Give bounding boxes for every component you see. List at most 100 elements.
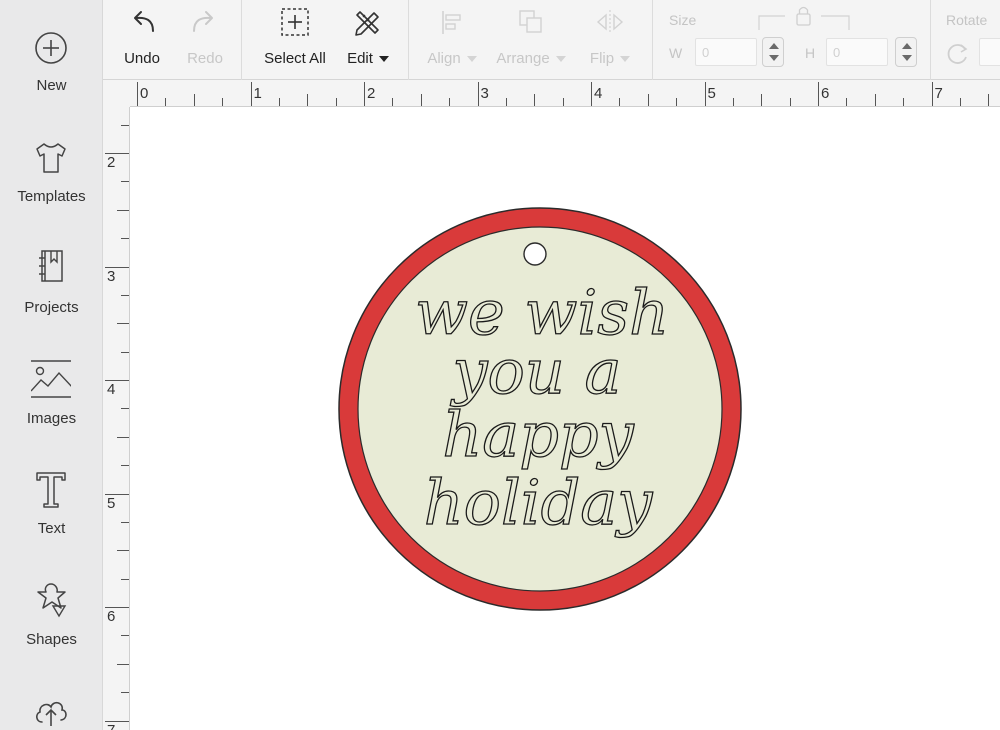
chevron-up-icon: [769, 43, 779, 49]
sidebar-item-label: Text: [37, 520, 66, 537]
size-label: Size: [669, 12, 697, 28]
ruler-tick: [959, 98, 961, 106]
tag-text-line: happy: [442, 398, 634, 471]
select-all-icon: [281, 8, 309, 36]
ruler-tick: [193, 94, 195, 106]
ruler-number: 0: [140, 85, 149, 102]
edit-label-text: Edit: [347, 50, 373, 67]
sidebar-item-new[interactable]: New: [0, 28, 103, 98]
ruler-tick: [562, 98, 564, 106]
flip-label-text: Flip: [589, 50, 615, 67]
upload-cloud-icon: [36, 701, 67, 726]
tag-hole[interactable]: [523, 242, 547, 266]
ruler-tick: [931, 82, 933, 106]
ruler-number: 5: [707, 85, 716, 102]
ruler-tick: [846, 98, 848, 106]
chevron-down-icon: [466, 56, 477, 63]
ruler-tick: [789, 98, 791, 106]
align-icon: [442, 11, 461, 34]
ruler-number: 2: [107, 154, 116, 171]
design-canvas[interactable]: we wish you a happy holiday: [131, 108, 1000, 730]
ruler-tick: [121, 635, 129, 637]
sidebar-item-templates[interactable]: Templates: [0, 138, 103, 213]
arrange-label-text: Arrange: [496, 50, 550, 67]
height-input[interactable]: 0: [826, 38, 888, 66]
rotate-input[interactable]: [979, 38, 1000, 66]
ruler-tick: [903, 98, 905, 106]
ruler-tick: [165, 98, 167, 106]
width-label: W: [669, 45, 683, 61]
arrange-dropdown-button[interactable]: Arrange: [491, 0, 571, 80]
flip-dropdown-button[interactable]: Flip: [581, 0, 639, 80]
ruler-tick: [121, 578, 129, 580]
edit-label: Edit: [339, 50, 397, 67]
ruler-number: 1: [253, 85, 262, 102]
align-label-text: Align: [427, 50, 461, 67]
sidebar-item-label: Images: [26, 410, 77, 427]
height-stepper[interactable]: [895, 37, 917, 67]
ruler-tick: [505, 98, 507, 106]
ruler-tick: [874, 94, 876, 106]
select-all-button[interactable]: Select All: [255, 0, 335, 80]
chevron-down-icon: [902, 55, 912, 61]
ruler-number: 6: [107, 608, 116, 625]
redo-button[interactable]: Redo: [176, 0, 234, 80]
align-dropdown-button[interactable]: Align: [421, 0, 483, 80]
ruler-number: 7: [934, 85, 943, 102]
align-label: Align: [421, 50, 483, 67]
arrange-label: Arrange: [491, 50, 571, 67]
ruler-tick: [121, 408, 129, 410]
ruler-tick: [392, 98, 394, 106]
ruler-tick: [278, 98, 280, 106]
notebook-icon: [39, 250, 63, 282]
ruler-tick: [137, 82, 138, 106]
gift-tag-design[interactable]: we wish you a happy holiday: [337, 206, 743, 612]
sidebar-item-upload[interactable]: [0, 690, 103, 730]
edit-dropdown-button[interactable]: Edit: [339, 0, 397, 80]
undo-button[interactable]: Undo: [113, 0, 171, 80]
ruler-tick: [364, 82, 365, 106]
ruler-number: 4: [107, 381, 116, 398]
toolbar-divider: [408, 0, 409, 80]
ruler-tick: [449, 98, 451, 106]
ruler-tick: [307, 94, 309, 106]
lock-aspect-icon[interactable]: [755, 6, 853, 32]
top-toolbar: Undo Redo Select All Edit Align Arrange …: [103, 0, 1000, 80]
width-stepper[interactable]: [762, 37, 784, 67]
ruler-tick: [988, 94, 990, 106]
ruler-tick: [647, 94, 649, 106]
sidebar-item-text[interactable]: Text: [0, 469, 103, 544]
undo-arrow-icon: [134, 11, 154, 32]
ruler-tick: [676, 98, 678, 106]
redo-arrow-icon: [193, 11, 213, 32]
sidebar-item-projects[interactable]: Projects: [0, 248, 103, 323]
ruler-tick: [534, 94, 536, 106]
tshirt-icon: [36, 143, 66, 173]
ruler-tick: [704, 82, 706, 106]
ruler-tick: [121, 465, 129, 467]
sidebar-item-label: Templates: [17, 188, 86, 205]
arrange-icon: [519, 10, 542, 33]
image-icon: [31, 360, 71, 398]
ruler-tick: [477, 82, 479, 106]
sidebar-item-label: Projects: [24, 299, 79, 316]
tag-lettering[interactable]: we wish you a happy holiday: [414, 275, 669, 539]
ruler-tick: [117, 323, 129, 325]
ruler-tick: [117, 550, 129, 552]
ruler-tick: [121, 294, 129, 296]
ruler-tick: [619, 98, 621, 106]
width-input[interactable]: 0: [695, 38, 757, 66]
toolbar-divider: [930, 0, 931, 80]
undo-label: Undo: [124, 50, 160, 67]
rotate-label: Rotate: [946, 12, 988, 28]
ruler-tick: [250, 82, 252, 106]
ruler-corner: [103, 80, 130, 107]
rotate-icon: [947, 44, 968, 64]
sidebar-item-shapes[interactable]: Shapes: [0, 580, 103, 655]
sidebar-item-label: New: [36, 77, 67, 94]
horizontal-ruler: 0 1 2 3 4 5 6 7: [103, 80, 1000, 107]
ruler-tick: [121, 692, 129, 694]
chevron-down-icon: [769, 55, 779, 61]
sidebar-item-images[interactable]: Images: [0, 358, 103, 433]
ruler-number: 5: [107, 494, 116, 512]
